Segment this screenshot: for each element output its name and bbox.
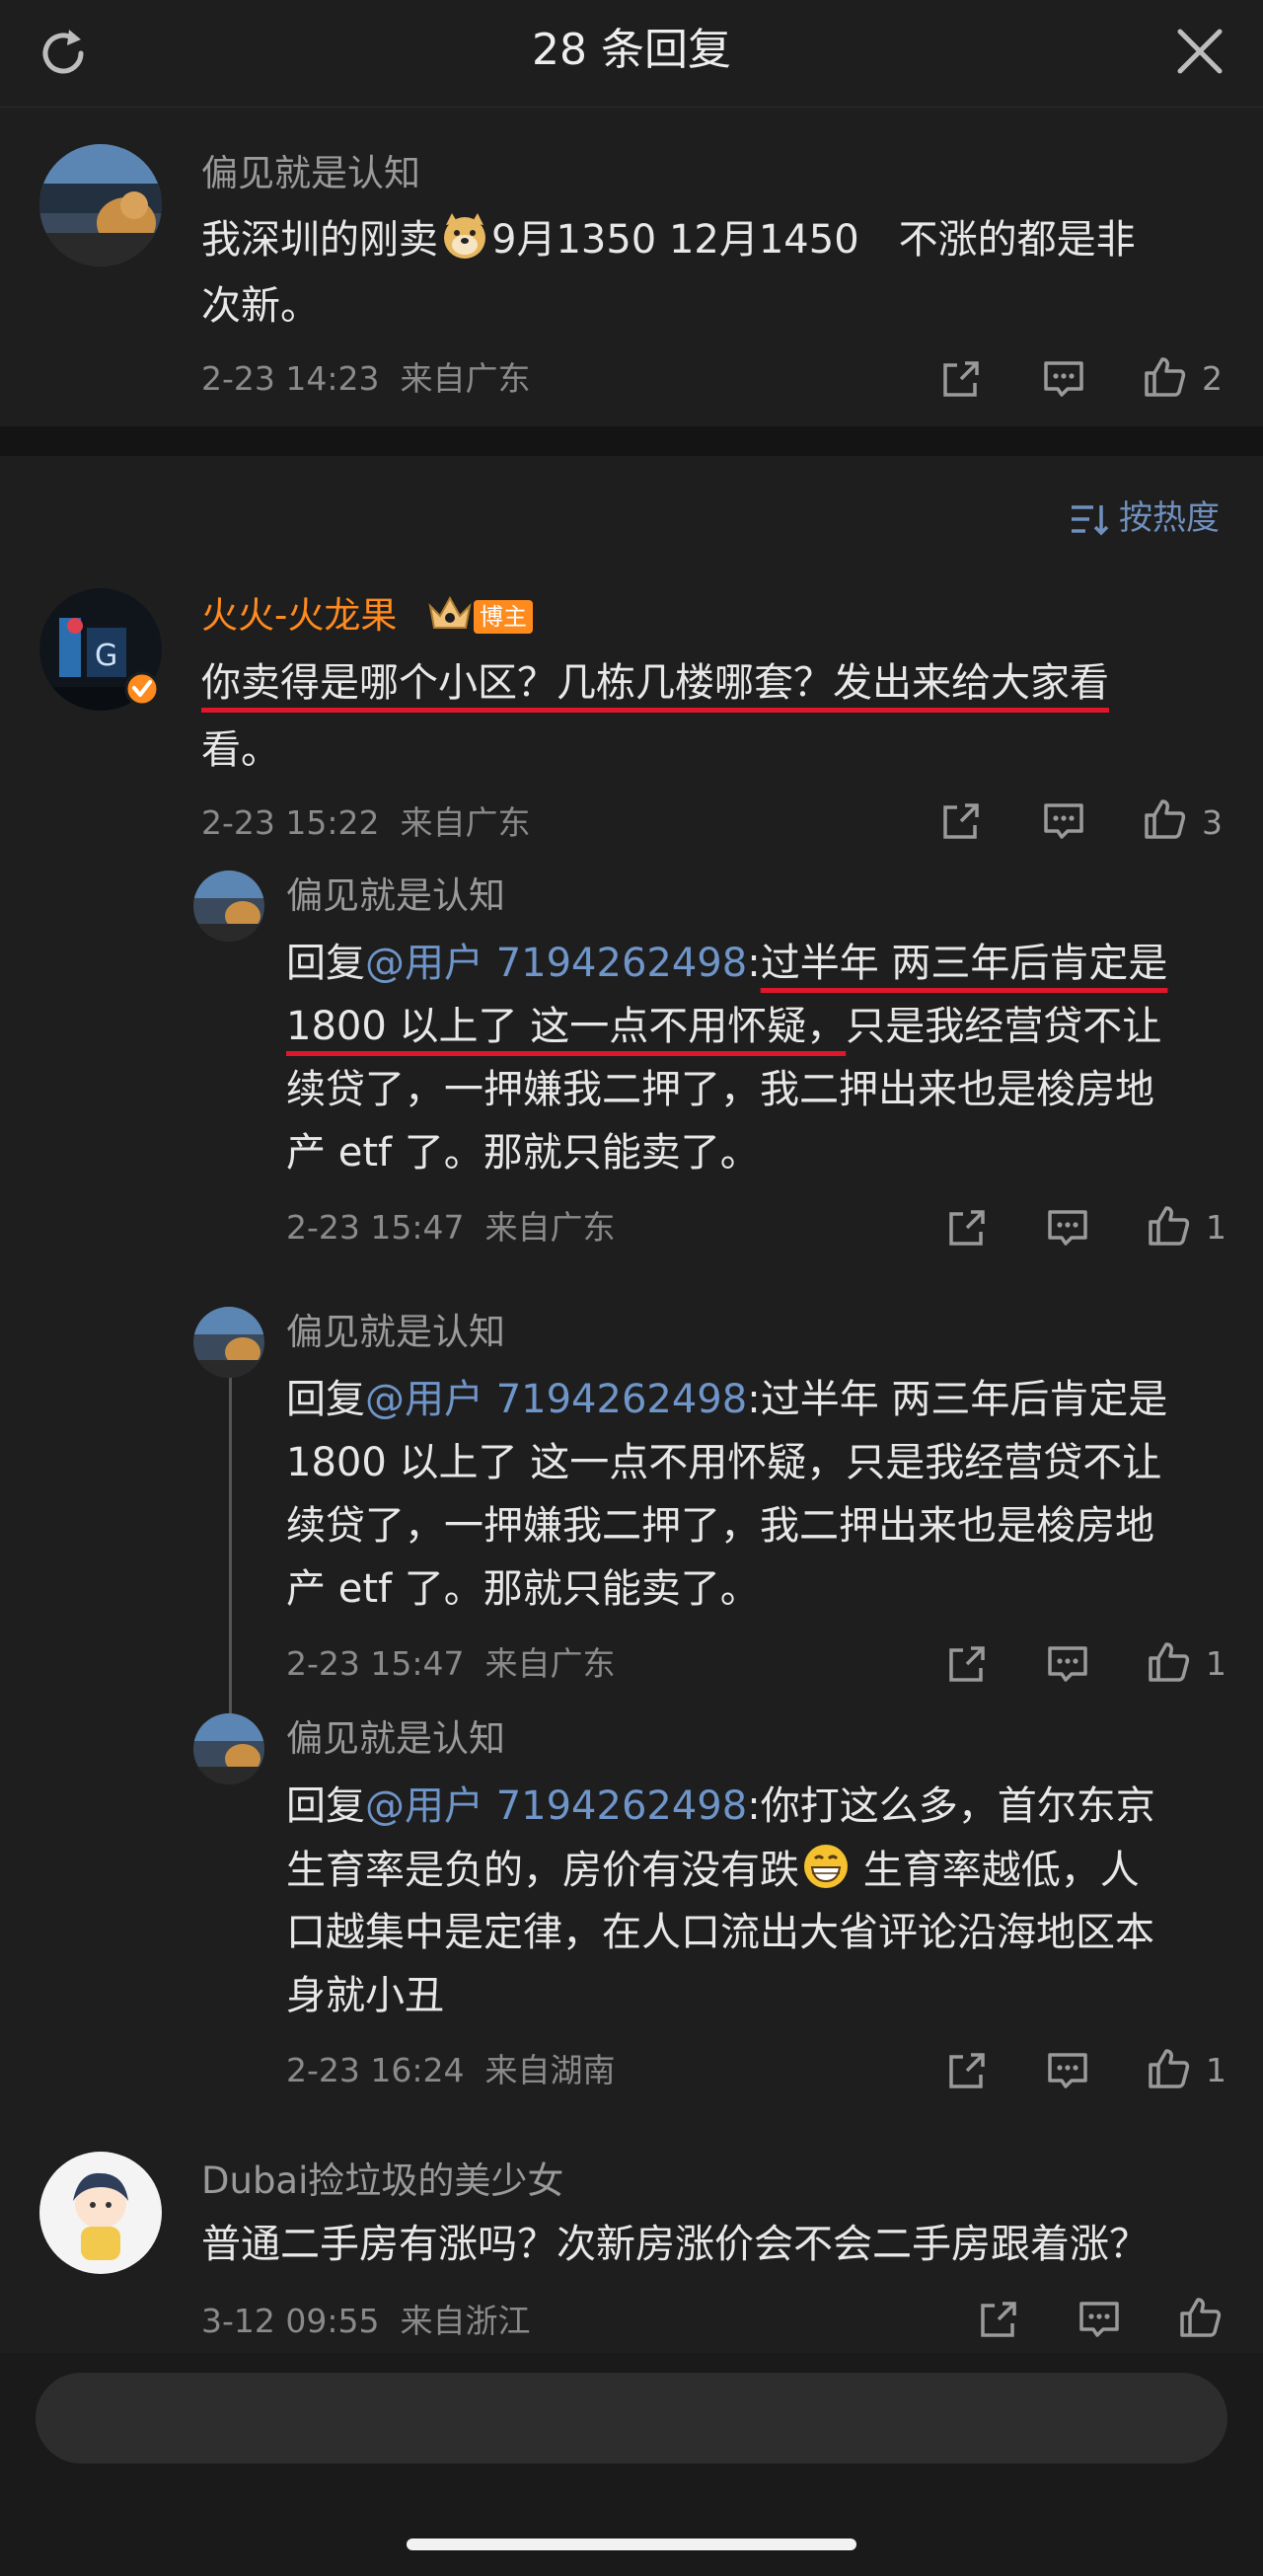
- reply-meta: 2-23 16:24 来自湖南: [286, 2051, 616, 2089]
- avatar[interactable]: [193, 1713, 264, 1784]
- author-name[interactable]: 偏见就是认知: [286, 872, 505, 920]
- like-icon[interactable]: [1176, 2294, 1224, 2341]
- avatar[interactable]: [193, 1307, 264, 1378]
- comment-text: 普通二手房有涨吗？次新房涨价会不会二手房跟着涨？: [201, 2222, 1149, 2267]
- comment-text-line2: 次新。: [201, 283, 320, 329]
- like-icon[interactable]: [1141, 353, 1188, 401]
- comment-text: 你卖得是哪个小区？几栋几楼哪套？发出来给大家看: [201, 660, 1109, 706]
- reply-meta: 2-23 15:47 来自广东: [286, 1208, 616, 1247]
- crown-icon: [428, 595, 472, 629]
- avatar[interactable]: [39, 2152, 162, 2274]
- sort-button[interactable]: 按热度: [1119, 495, 1220, 541]
- author-name[interactable]: Dubai捡垃圾的美少女: [201, 2158, 563, 2205]
- reply-meta: 2-23 15:47 来自广东: [286, 1644, 616, 1683]
- share-icon[interactable]: [937, 797, 985, 845]
- share-icon[interactable]: [975, 2296, 1022, 2343]
- reply-text-line3: 续贷了，一押嫌我二押了，我二押出来也是梭房地: [286, 1503, 1154, 1549]
- thread-line: [229, 1362, 232, 1727]
- close-icon[interactable]: [1170, 22, 1229, 81]
- reply-text-line2: 1800 以上了 这一点不用怀疑，只是我经营贷不让: [286, 1004, 1162, 1049]
- share-icon[interactable]: [943, 1640, 991, 1688]
- section-divider: [0, 426, 1263, 456]
- grin-emoji: [804, 1845, 848, 1888]
- like-icon[interactable]: [1145, 1202, 1192, 1250]
- like-icon[interactable]: [1145, 2045, 1192, 2092]
- reply-text: 回复@用户 7194262498:你打这么多，首尔东京: [286, 1783, 1155, 1829]
- reply-input[interactable]: [36, 2373, 1227, 2463]
- comment-icon[interactable]: [1044, 1640, 1091, 1688]
- share-icon[interactable]: [943, 2047, 991, 2094]
- comment-text: 我深圳的刚卖 9月1350 12月1450 不涨的都是非: [201, 211, 1136, 268]
- reply-text-line3: 口越集中是定律，在人口流出大省评论沿海地区本: [286, 1910, 1154, 1955]
- like-count: 1: [1206, 1644, 1226, 1683]
- blogger-badge: 博主: [474, 600, 533, 634]
- like-count: 1: [1206, 1208, 1226, 1247]
- like-count: 3: [1202, 803, 1223, 842]
- reply-text-line4: 身就小丑: [286, 1973, 444, 2018]
- comment-icon[interactable]: [1076, 2296, 1123, 2343]
- comment-meta: 2-23 14:23 来自广东: [201, 359, 531, 398]
- sort-icon[interactable]: [1070, 501, 1109, 537]
- comment-icon[interactable]: [1040, 355, 1087, 403]
- avatar[interactable]: [193, 871, 264, 942]
- like-count: 1: [1206, 2051, 1226, 2089]
- like-icon[interactable]: [1145, 1638, 1192, 1686]
- author-name[interactable]: 偏见就是认知: [286, 1715, 505, 1763]
- reply-text-line2: 1800 以上了 这一点不用怀疑，只是我经营贷不让: [286, 1440, 1162, 1485]
- author-name[interactable]: 偏见就是认知: [286, 1309, 505, 1356]
- reply-text-line4: 产 etf 了。那就只能卖了。: [286, 1566, 760, 1612]
- reply-text-line2: 生育率是负的，房价有没有跌 生育率越低，人: [286, 1842, 1140, 1899]
- comment-icon[interactable]: [1040, 797, 1087, 845]
- avatar[interactable]: [39, 144, 162, 266]
- author-name[interactable]: 火火-火龙果: [201, 592, 397, 640]
- mention-link[interactable]: @用户 7194262498: [365, 941, 747, 986]
- mention-link[interactable]: @用户 7194262498: [365, 1783, 747, 1829]
- reply-text: 回复@用户 7194262498:过半年 两三年后肯定是: [286, 941, 1168, 986]
- share-icon[interactable]: [943, 1204, 991, 1251]
- verified-icon: [124, 671, 160, 707]
- reply-text: 回复@用户 7194262498:过半年 两三年后肯定是: [286, 1377, 1168, 1422]
- comment-icon[interactable]: [1044, 1204, 1091, 1251]
- comment-icon[interactable]: [1044, 2047, 1091, 2094]
- home-indicator[interactable]: [407, 2538, 856, 2550]
- svg-text:G: G: [95, 639, 117, 673]
- share-icon[interactable]: [937, 355, 985, 403]
- reply-text-line4: 产 etf 了。那就只能卖了。: [286, 1130, 760, 1175]
- doge-emoji: [444, 213, 485, 259]
- page-title: 28 条回复: [532, 25, 731, 75]
- comment-text-line2: 看。: [201, 727, 280, 773]
- author-name[interactable]: 偏见就是认知: [201, 150, 420, 197]
- like-count: 2: [1202, 359, 1223, 398]
- comment-meta: 2-23 15:22 来自广东: [201, 803, 531, 842]
- reply-text-line3: 续贷了，一押嫌我二押了，我二押出来也是梭房地: [286, 1067, 1154, 1112]
- comment-meta: 3-12 09:55 来自浙江: [201, 2302, 531, 2340]
- like-icon[interactable]: [1141, 796, 1188, 843]
- mention-link[interactable]: @用户 7194262498: [365, 1377, 747, 1422]
